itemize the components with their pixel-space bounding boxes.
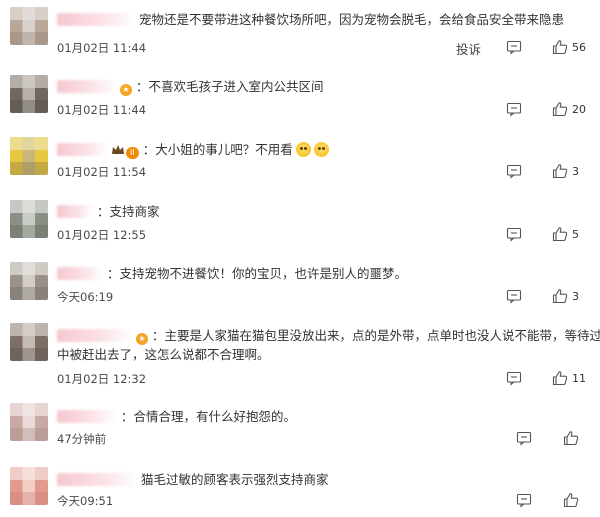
- reply-icon[interactable]: [516, 492, 532, 508]
- comment-timestamp: 今天09:51: [57, 494, 114, 508]
- comment-text: 猫毛过敏的顾客表示强烈支持商家: [141, 472, 329, 487]
- avatar[interactable]: [10, 467, 48, 505]
- comment-text-line: 猫毛过敏的顾客表示强烈支持商家: [57, 470, 590, 490]
- like-thumb-icon[interactable]: [563, 492, 579, 508]
- comment-feed: 宠物还是不要带进这种餐饮场所吧，因为宠物会脱毛，会给食品安全带来隐患 01月02日…: [0, 0, 600, 517]
- comment-item: 猫毛过敏的顾客表示强烈支持商家今天09:51: [0, 0, 600, 517]
- username-blurred[interactable]: [57, 473, 137, 486]
